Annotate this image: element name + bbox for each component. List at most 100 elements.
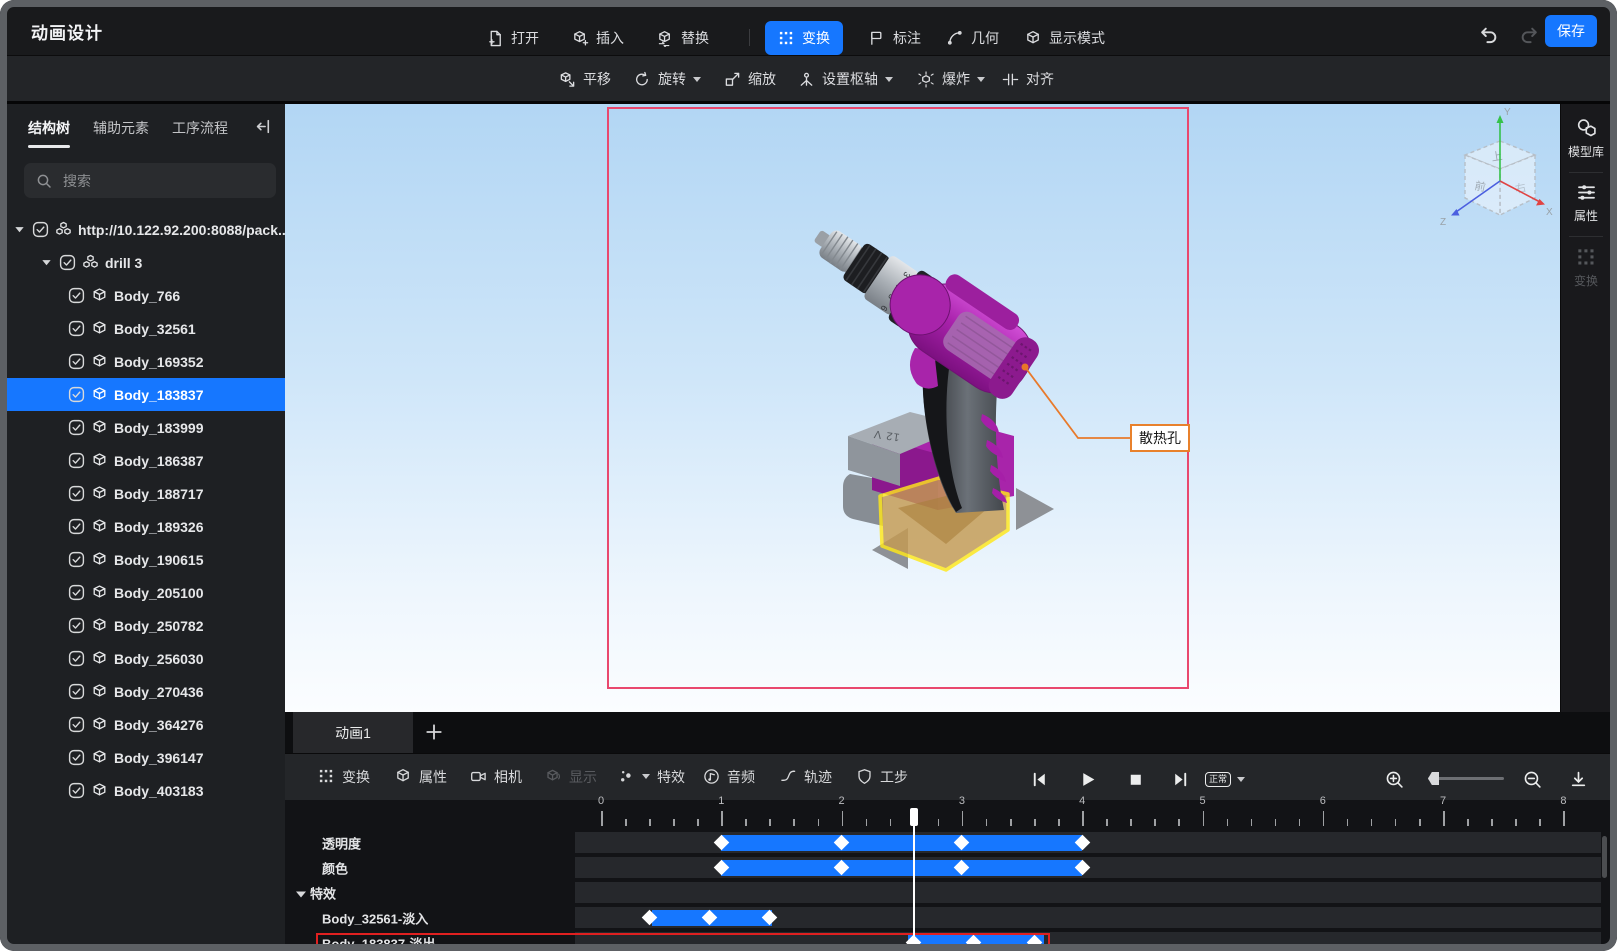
checkbox[interactable] [68,320,85,337]
timeline-tool-audio[interactable]: 音频 [703,753,755,800]
checkbox[interactable] [68,749,85,766]
tree-item-body_205100[interactable]: Body_205100 [7,576,285,609]
track-label[interactable]: 颜色 [322,858,348,877]
timeline-zoom-slider[interactable] [1428,772,1504,785]
edit-tool-align[interactable]: 对齐 [1002,56,1054,102]
play-mode-button[interactable]: 正常 [1205,767,1246,791]
timeline-tool-effects[interactable]: 特效 [618,753,685,800]
timeline-tool-display[interactable]: 显示 [545,753,597,800]
prev-frame-button[interactable] [1026,766,1052,792]
panel-tab-2[interactable]: 工序流程 [172,114,228,148]
play-button[interactable] [1074,766,1100,792]
tree-item-http-10-122-92-200-8088-pack-[interactable]: http://10.122.92.200:8088/pack... [7,213,290,246]
group-collapse-icon[interactable] [296,891,306,897]
tree-item-body_183837[interactable]: Body_183837 [7,378,285,411]
tree-item-body_189326[interactable]: Body_189326 [7,510,285,543]
checkbox[interactable] [68,617,85,634]
undo-icon[interactable] [1477,25,1499,47]
checkbox[interactable] [32,221,49,238]
checkbox[interactable] [68,353,85,370]
tree-item-body_270436[interactable]: Body_270436 [7,675,285,708]
view-cube[interactable]: 上 前 右 Y X Z [1432,103,1562,233]
collapse-panel-icon[interactable] [255,118,272,135]
checkbox[interactable] [68,782,85,799]
timeline-bar[interactable] [721,834,1083,851]
right-sidebar-item-model-library[interactable]: 模型库 [1561,118,1611,160]
timeline-tool-properties[interactable]: 属性 [395,753,447,800]
search-input[interactable] [61,171,235,190]
viewcube-face-top[interactable]: 上 [1490,149,1503,164]
flag-icon [869,30,886,47]
tree-item-body_183999[interactable]: Body_183999 [7,411,285,444]
cube-icon [395,768,412,785]
track-label[interactable]: Body_32561-淡入 [322,908,428,927]
checkbox[interactable] [68,650,85,667]
panel-tab-1[interactable]: 辅助元素 [93,114,149,148]
checkbox[interactable] [68,518,85,535]
toolbar-item-transform[interactable]: 变换 [765,21,843,55]
right-sidebar-item-transform[interactable]: 变换 [1561,247,1611,289]
edit-tool-scale[interactable]: 缩放 [724,56,776,102]
stop-button[interactable] [1122,766,1148,792]
tree-item-body_396147[interactable]: Body_396147 [7,741,285,774]
checkbox[interactable] [68,485,85,502]
playhead-handle[interactable] [909,808,918,826]
timeline-tool-step[interactable]: 工步 [856,753,908,800]
model-library-icon [1576,118,1597,139]
checkbox[interactable] [68,452,85,469]
track-label[interactable]: 透明度 [322,833,361,852]
edit-tool-explode[interactable]: 爆炸 [918,56,985,102]
tree-item-body_190615[interactable]: Body_190615 [7,543,285,576]
add-timeline-tab-icon[interactable] [425,723,443,741]
tree-item-body_250782[interactable]: Body_250782 [7,609,285,642]
ruler-major-tick [961,811,964,826]
timeline-tab-animation1[interactable]: 动画1 [293,712,413,753]
edit-tool-pan[interactable]: 平移 [559,56,611,102]
checkbox[interactable] [68,683,85,700]
annotation-label[interactable]: 散热孔 [1130,424,1190,452]
timeline-zoom-in-icon[interactable] [1381,766,1407,792]
ruler-minor-tick [1539,819,1541,826]
timeline-bar[interactable] [721,859,1083,876]
checkbox[interactable] [68,287,85,304]
playhead-line[interactable] [912,808,915,944]
tree-item-body_766[interactable]: Body_766 [7,279,285,312]
right-sidebar-item-properties[interactable]: 属性 [1561,182,1611,224]
panel-tab-0[interactable]: 结构树 [28,114,70,148]
timeline-tool-transform[interactable]: 变换 [318,753,370,800]
timeline-tool-camera[interactable]: 相机 [470,753,522,800]
save-button[interactable]: 保存 [1545,15,1597,47]
edit-tool-rotate[interactable]: 旋转 [634,56,701,102]
expander-icon[interactable] [39,256,53,269]
tree-item-body_403183[interactable]: Body_403183 [7,774,285,807]
checkbox[interactable] [68,419,85,436]
checkbox[interactable] [68,716,85,733]
ruler-minor-tick [1274,819,1277,826]
tree-item-body_32561[interactable]: Body_32561 [7,312,285,345]
checkbox[interactable] [68,551,85,568]
ruler-minor-tick [625,819,627,826]
tree-item-drill-3[interactable]: drill 3 [7,246,285,279]
edit-tool-pivot[interactable]: 设置枢轴 [798,56,893,102]
tree-item-body_186387[interactable]: Body_186387 [7,444,285,477]
ruler-minor-tick [1154,819,1156,826]
next-frame-button[interactable] [1167,766,1193,792]
expander-icon[interactable] [13,223,26,236]
track-group-label[interactable]: 特效 [296,883,336,902]
export-download-icon[interactable] [1565,766,1591,792]
tree-item-body_188717[interactable]: Body_188717 [7,477,285,510]
tree-item-body_169352[interactable]: Body_169352 [7,345,285,378]
tree-item-body_364276[interactable]: Body_364276 [7,708,285,741]
checkbox[interactable] [59,254,76,271]
search-box[interactable] [24,163,276,198]
body-icon [91,386,108,403]
timeline-tool-trajectory[interactable]: 轨迹 [780,753,832,800]
edit-tool-label: 缩放 [748,71,776,87]
timeline-zoom-out-icon[interactable] [1519,766,1545,792]
redo-icon[interactable] [1519,25,1541,47]
tree-item-body_256030[interactable]: Body_256030 [7,642,285,675]
checkbox[interactable] [68,386,85,403]
timeline-tool-label: 显示 [569,768,597,785]
timeline-scrollbar[interactable] [1602,836,1607,878]
checkbox[interactable] [68,584,85,601]
